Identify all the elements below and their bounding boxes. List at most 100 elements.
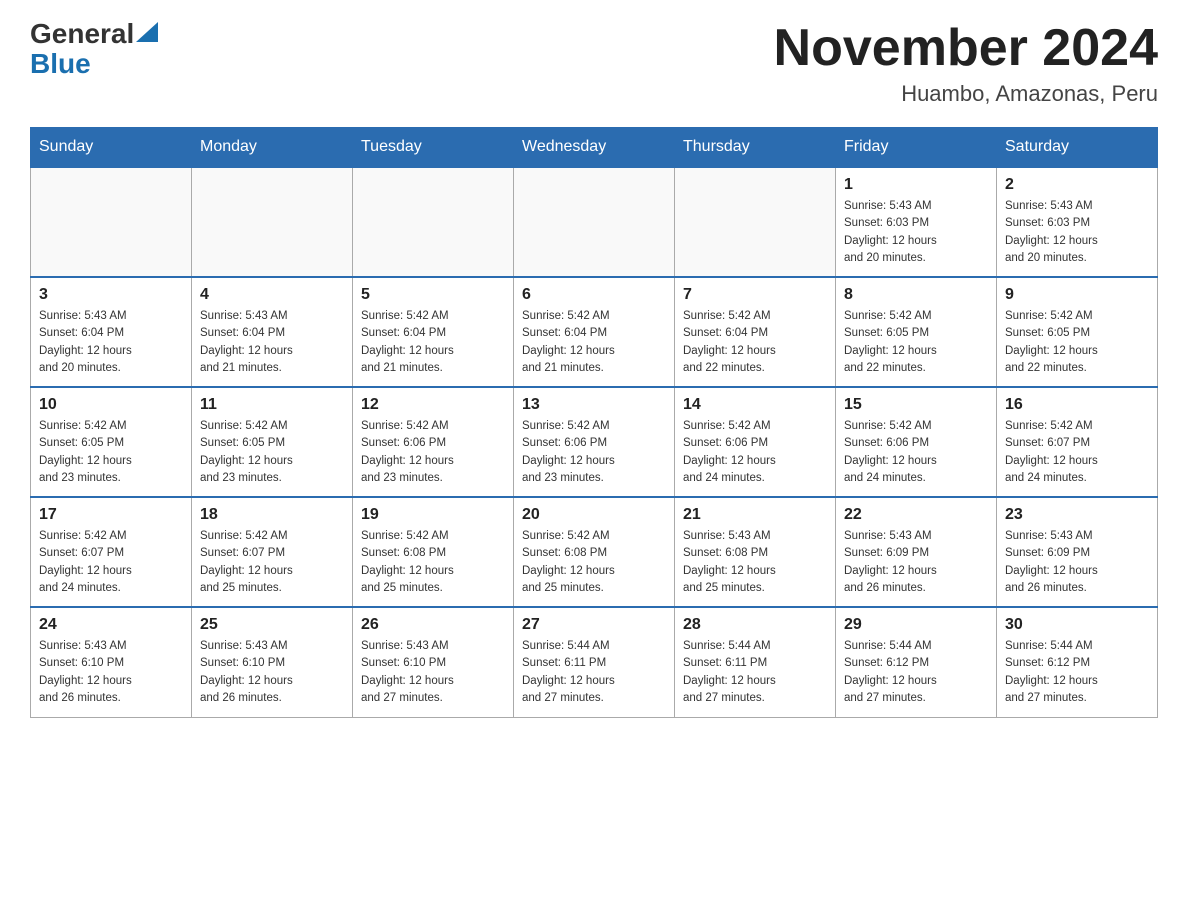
day-number: 2 [1005,176,1149,194]
calendar-cell-w1-d2: 5 Sunrise: 5:42 AMSunset: 6:04 PMDaylight… [353,277,514,387]
day-number: 26 [361,616,505,634]
day-info: Sunrise: 5:42 AMSunset: 6:05 PMDaylight:… [200,418,344,487]
day-info: Sunrise: 5:42 AMSunset: 6:04 PMDaylight:… [361,308,505,377]
calendar-cell-w3-d6: 23 Sunrise: 5:43 AMSunset: 6:09 PMDayligh… [997,497,1158,607]
calendar-cell-w4-d0: 24 Sunrise: 5:43 AMSunset: 6:10 PMDayligh… [31,607,192,717]
calendar-cell-w4-d1: 25Sunrise: 5:43 AMSunset: 6:10 PMDayligh… [192,607,353,717]
calendar-cell-w1-d0: 3 Sunrise: 5:43 AMSunset: 6:04 PMDaylight… [31,277,192,387]
calendar-table: Sunday Monday Tuesday Wednesday Thursday… [30,127,1158,718]
day-info: Sunrise: 5:43 AMSunset: 6:04 PMDaylight:… [200,308,344,377]
calendar-cell-w3-d4: 21 Sunrise: 5:43 AMSunset: 6:08 PMDayligh… [675,497,836,607]
week-row-1: 3 Sunrise: 5:43 AMSunset: 6:04 PMDaylight… [31,277,1158,387]
calendar-cell-w0-d4 [675,167,836,277]
day-number: 25 [200,616,344,634]
calendar-cell-w2-d2: 12 Sunrise: 5:42 AMSunset: 6:06 PMDayligh… [353,387,514,497]
day-info: Sunrise: 5:44 AMSunset: 6:12 PMDaylight:… [1005,638,1149,707]
day-info: Sunrise: 5:44 AMSunset: 6:11 PMDaylight:… [522,638,666,707]
day-number: 3 [39,286,183,304]
logo-blue: Blue [30,48,91,80]
day-info: Sunrise: 5:42 AMSunset: 6:07 PMDaylight:… [39,528,183,597]
day-number: 13 [522,396,666,414]
day-number: 24 [39,616,183,634]
day-info: Sunrise: 5:43 AMSunset: 6:03 PMDaylight:… [1005,198,1149,267]
col-saturday: Saturday [997,128,1158,168]
day-info: Sunrise: 5:42 AMSunset: 6:05 PMDaylight:… [844,308,988,377]
calendar-cell-w3-d1: 18 Sunrise: 5:42 AMSunset: 6:07 PMDayligh… [192,497,353,607]
col-tuesday: Tuesday [353,128,514,168]
col-wednesday: Wednesday [514,128,675,168]
calendar-cell-w4-d6: 30 Sunrise: 5:44 AMSunset: 6:12 PMDayligh… [997,607,1158,717]
calendar-cell-w1-d4: 7 Sunrise: 5:42 AMSunset: 6:04 PMDaylight… [675,277,836,387]
day-info: Sunrise: 5:43 AMSunset: 6:09 PMDaylight:… [1005,528,1149,597]
day-info: Sunrise: 5:43 AMSunset: 6:08 PMDaylight:… [683,528,827,597]
day-number: 6 [522,286,666,304]
calendar-cell-w2-d4: 14 Sunrise: 5:42 AMSunset: 6:06 PMDayligh… [675,387,836,497]
day-number: 23 [1005,506,1149,524]
day-number: 15 [844,396,988,414]
day-info: Sunrise: 5:42 AMSunset: 6:06 PMDaylight:… [522,418,666,487]
calendar-cell-w2-d5: 15 Sunrise: 5:42 AMSunset: 6:06 PMDayligh… [836,387,997,497]
day-info: Sunrise: 5:42 AMSunset: 6:05 PMDaylight:… [1005,308,1149,377]
col-sunday: Sunday [31,128,192,168]
calendar-cell-w1-d6: 9 Sunrise: 5:42 AMSunset: 6:05 PMDaylight… [997,277,1158,387]
day-number: 4 [200,286,344,304]
page-header: General Blue November 2024 Huambo, Amazo… [30,20,1158,107]
day-info: Sunrise: 5:42 AMSunset: 6:04 PMDaylight:… [683,308,827,377]
col-friday: Friday [836,128,997,168]
day-info: Sunrise: 5:42 AMSunset: 6:06 PMDaylight:… [683,418,827,487]
day-number: 20 [522,506,666,524]
day-info: Sunrise: 5:43 AMSunset: 6:10 PMDaylight:… [39,638,183,707]
calendar-cell-w3-d2: 19 Sunrise: 5:42 AMSunset: 6:08 PMDayligh… [353,497,514,607]
day-number: 21 [683,506,827,524]
day-number: 9 [1005,286,1149,304]
day-number: 18 [200,506,344,524]
day-number: 16 [1005,396,1149,414]
day-number: 22 [844,506,988,524]
day-number: 5 [361,286,505,304]
month-title: November 2024 [774,20,1158,77]
week-row-4: 24 Sunrise: 5:43 AMSunset: 6:10 PMDayligh… [31,607,1158,717]
day-number: 7 [683,286,827,304]
day-info: Sunrise: 5:42 AMSunset: 6:07 PMDaylight:… [1005,418,1149,487]
day-info: Sunrise: 5:42 AMSunset: 6:07 PMDaylight:… [200,528,344,597]
calendar-cell-w0-d3 [514,167,675,277]
col-thursday: Thursday [675,128,836,168]
day-info: Sunrise: 5:44 AMSunset: 6:12 PMDaylight:… [844,638,988,707]
calendar-cell-w0-d1 [192,167,353,277]
day-number: 30 [1005,616,1149,634]
calendar-cell-w0-d0 [31,167,192,277]
day-number: 8 [844,286,988,304]
day-info: Sunrise: 5:42 AMSunset: 6:05 PMDaylight:… [39,418,183,487]
calendar-cell-w0-d5: 1Sunrise: 5:43 AMSunset: 6:03 PMDaylight… [836,167,997,277]
calendar-cell-w0-d6: 2 Sunrise: 5:43 AMSunset: 6:03 PMDaylight… [997,167,1158,277]
calendar-cell-w4-d3: 27Sunrise: 5:44 AMSunset: 6:11 PMDayligh… [514,607,675,717]
day-number: 19 [361,506,505,524]
day-info: Sunrise: 5:42 AMSunset: 6:06 PMDaylight:… [844,418,988,487]
calendar-cell-w2-d0: 10 Sunrise: 5:42 AMSunset: 6:05 PMDayligh… [31,387,192,497]
day-info: Sunrise: 5:43 AMSunset: 6:03 PMDaylight:… [844,198,988,267]
title-section: November 2024 Huambo, Amazonas, Peru [774,20,1158,107]
calendar-cell-w3-d5: 22Sunrise: 5:43 AMSunset: 6:09 PMDayligh… [836,497,997,607]
calendar-cell-w3-d3: 20 Sunrise: 5:42 AMSunset: 6:08 PMDayligh… [514,497,675,607]
calendar-cell-w2-d6: 16 Sunrise: 5:42 AMSunset: 6:07 PMDayligh… [997,387,1158,497]
logo-general: General [30,20,134,48]
calendar-cell-w2-d3: 13 Sunrise: 5:42 AMSunset: 6:06 PMDayligh… [514,387,675,497]
day-number: 10 [39,396,183,414]
day-number: 12 [361,396,505,414]
day-info: Sunrise: 5:42 AMSunset: 6:08 PMDaylight:… [522,528,666,597]
logo-triangle-icon [136,22,158,42]
location: Huambo, Amazonas, Peru [774,81,1158,107]
day-info: Sunrise: 5:42 AMSunset: 6:08 PMDaylight:… [361,528,505,597]
calendar-cell-w4-d4: 28Sunrise: 5:44 AMSunset: 6:11 PMDayligh… [675,607,836,717]
week-row-2: 10 Sunrise: 5:42 AMSunset: 6:05 PMDayligh… [31,387,1158,497]
week-row-3: 17Sunrise: 5:42 AMSunset: 6:07 PMDayligh… [31,497,1158,607]
day-number: 11 [200,396,344,414]
calendar-cell-w4-d2: 26Sunrise: 5:43 AMSunset: 6:10 PMDayligh… [353,607,514,717]
day-info: Sunrise: 5:42 AMSunset: 6:06 PMDaylight:… [361,418,505,487]
day-info: Sunrise: 5:42 AMSunset: 6:04 PMDaylight:… [522,308,666,377]
calendar-cell-w1-d3: 6 Sunrise: 5:42 AMSunset: 6:04 PMDaylight… [514,277,675,387]
day-number: 28 [683,616,827,634]
day-info: Sunrise: 5:43 AMSunset: 6:04 PMDaylight:… [39,308,183,377]
day-number: 14 [683,396,827,414]
calendar-cell-w4-d5: 29Sunrise: 5:44 AMSunset: 6:12 PMDayligh… [836,607,997,717]
